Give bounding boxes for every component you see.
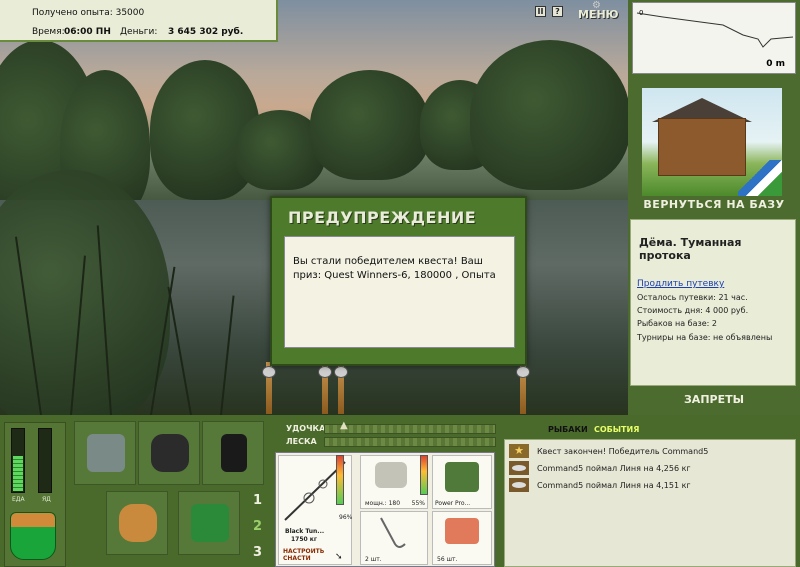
bait-cell[interactable]: 56 шт. (432, 511, 492, 565)
money-label: Деньги: (120, 27, 158, 37)
money-value: 3 645 302 руб. (168, 27, 244, 37)
experience-text: Получено опыта: 35000 (32, 8, 145, 18)
tackle-box-icon (87, 434, 125, 472)
bait-count: 56 шт. (437, 556, 458, 563)
time-value: 06:00 ПН (64, 27, 111, 37)
line-tension-bar (324, 437, 496, 447)
reel-icon (516, 366, 530, 378)
reel-icon (262, 366, 276, 378)
line-spool-icon (445, 462, 479, 492)
day-cost: Стоимость дня: 4 000 руб. (637, 306, 749, 315)
tab-fishers[interactable]: РЫБАКИ (548, 425, 588, 434)
events-header: РЫБАКИ СОБЫТИЯ (504, 421, 796, 437)
hook-icon (380, 517, 406, 548)
slot-number-1[interactable]: 1 (253, 493, 262, 508)
tackle-box-slot[interactable] (74, 421, 136, 485)
line-name: Power Pro... (435, 500, 471, 507)
house (658, 118, 746, 176)
extend-ticket-link[interactable]: Продлить путевку (637, 279, 724, 289)
fishers-count: Рыбаков на базе: 2 (637, 319, 717, 328)
reel-percent: 55% (411, 500, 425, 507)
bag-icon (191, 504, 229, 542)
bag-slot[interactable] (178, 491, 240, 555)
ticket-remaining: Осталось путевки: 21 час. (637, 293, 748, 302)
arrow-icon: ➘ (335, 552, 343, 562)
player-info-panel: Получено опыта: 35000 Время: 06:00 ПН Де… (0, 0, 278, 42)
help-button[interactable]: ? (552, 6, 563, 17)
rod-label: УДОЧКА (286, 424, 326, 433)
rod-tension-bar (324, 424, 496, 434)
hook-cell[interactable]: 2 шт. (360, 511, 428, 565)
tab-events[interactable]: СОБЫТИЯ (594, 425, 639, 434)
tackle-panel: 96% Black Tun... 1750 кг НАСТРОИТЬ СНАСТ… (275, 452, 495, 567)
flag-icon (738, 160, 782, 196)
rod-percent: 96% (339, 514, 353, 521)
tree (310, 70, 430, 180)
dialog-title: ПРЕДУПРЕЖДЕНИЕ (288, 208, 477, 227)
menu-button[interactable]: МЕНЮ (578, 8, 619, 21)
events-list: ★ Квест закончен! Победитель Command5 Co… (504, 439, 796, 567)
poison-meter (38, 428, 52, 493)
reel-icon (375, 462, 407, 488)
bait-bucket-icon[interactable] (10, 512, 56, 560)
time-label: Время: (32, 27, 65, 37)
food-meter-fill (13, 456, 23, 491)
tournaments-status: Турниры на базе: не объявлены (637, 333, 773, 342)
depth-readout: 0 m (766, 59, 785, 69)
poison-label: ЯД (42, 496, 51, 503)
food-label: ЕДА (12, 496, 25, 503)
dialog-message: Вы стали победителем квеста! Ваш приз: Q… (284, 236, 515, 348)
event-text: Квест закончен! Победитель Command5 (537, 447, 709, 456)
basket-icon (119, 504, 157, 542)
base-photo (642, 88, 782, 196)
rod-name: Black Tun... (285, 528, 325, 535)
depth-profile: 0 0 m (632, 2, 796, 74)
reel-condition-bar (420, 455, 428, 495)
phone-icon (221, 434, 247, 472)
reel-icon (318, 366, 332, 378)
reel-icon (334, 366, 348, 378)
event-text: Command5 поймал Линя на 4,256 кг (537, 464, 691, 473)
backpack-slot[interactable] (138, 421, 200, 485)
return-to-base-button[interactable]: ВЕРНУТЬСЯ НА БАЗУ (628, 198, 800, 218)
line-label: ЛЕСКА (286, 437, 317, 446)
backpack-icon (151, 434, 189, 472)
fish-icon (509, 478, 529, 492)
bans-button[interactable]: ЗАПРЕТЫ (628, 393, 800, 411)
bait-icon (445, 518, 479, 544)
fish-icon (509, 461, 529, 475)
base-info-panel: Дёма. Туманная протока Продлить путевку … (630, 219, 796, 386)
reel-cell[interactable]: мощн.: 180 55% (360, 455, 428, 509)
tree-right (470, 40, 628, 190)
pause-button[interactable]: II (535, 6, 546, 17)
slot-number-2[interactable]: 2 (253, 519, 262, 534)
star-icon: ★ (509, 444, 529, 458)
rod-weight: 1750 кг (291, 536, 317, 543)
setup-tackle-button[interactable]: НАСТРОИТЬ СНАСТИ (283, 548, 333, 562)
location-name: Дёма. Туманная протока (639, 236, 742, 262)
phone-slot[interactable] (202, 421, 264, 485)
basket-slot[interactable] (106, 491, 168, 555)
food-meter (11, 428, 25, 493)
line-cell[interactable]: Power Pro... (432, 455, 492, 509)
rod-condition-bar (336, 455, 344, 505)
slot-number-3[interactable]: 3 (253, 545, 262, 560)
reel-power: мощн.: 180 (365, 500, 401, 507)
hook-count: 2 шт. (365, 556, 382, 563)
slider-marker-icon: ▲ (340, 420, 348, 431)
event-text: Command5 поймал Линя на 4,151 кг (537, 481, 691, 490)
warning-dialog: ПРЕДУПРЕЖДЕНИЕ Вы стали победителем квес… (270, 196, 527, 366)
